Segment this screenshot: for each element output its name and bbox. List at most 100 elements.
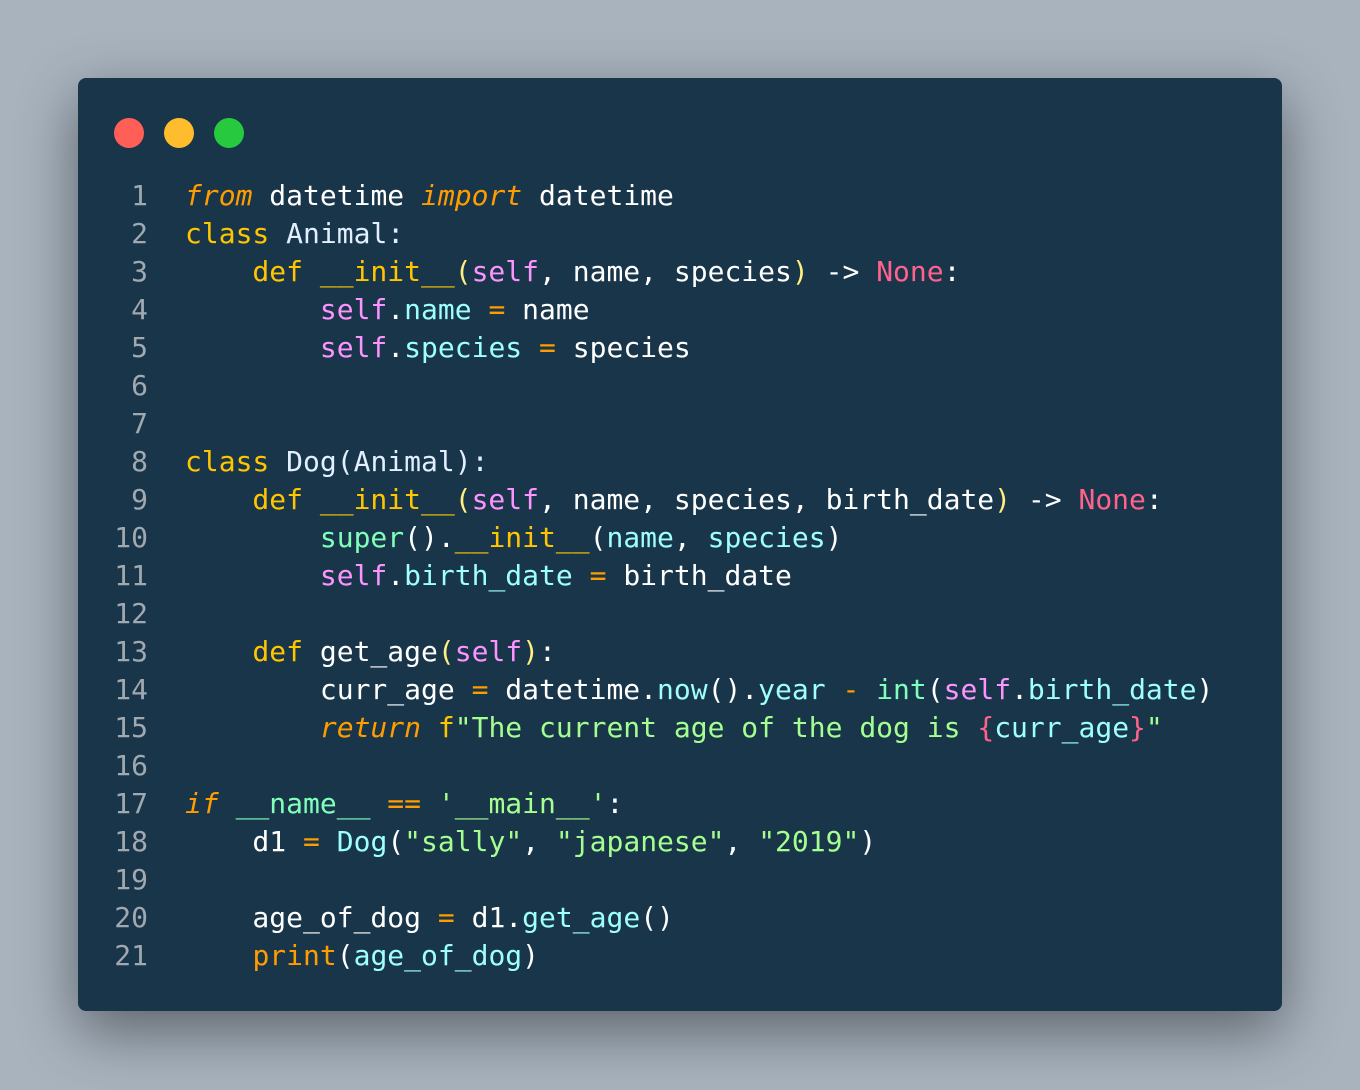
line-content: def __init__(self, name, species) -> Non…	[185, 253, 960, 291]
code-line: 18 d1 = Dog("sally", "japanese", "2019")	[78, 823, 1213, 861]
line-number: 8	[131, 445, 148, 478]
line-number: 21	[114, 939, 148, 972]
line-content: self.name = name	[185, 291, 590, 329]
code-token: birth_date	[623, 559, 792, 592]
code-token: __init__	[319, 255, 455, 288]
line-number: 15	[114, 711, 148, 744]
code-line: 7	[78, 405, 1213, 443]
code-token: ,	[522, 825, 556, 858]
code-line: 11 self.birth_date = birth_date	[78, 557, 1213, 595]
code-token: __name__	[218, 787, 371, 820]
line-content: return f"The current age of the dog is {…	[185, 709, 1163, 747]
line-number: 4	[131, 293, 148, 326]
code-line: 12	[78, 595, 1213, 633]
code-token: d1	[185, 825, 287, 858]
line-number: 14	[114, 673, 148, 706]
code-token: (	[589, 521, 607, 554]
code-token: :	[539, 635, 556, 668]
line-content: self.species = species	[185, 329, 691, 367]
close-button[interactable]	[114, 118, 144, 148]
code-line: 14 curr_age = datetime.now().year - int(…	[78, 671, 1213, 709]
code-line: 8 class Dog(Animal):	[78, 443, 1213, 481]
line-number: 6	[131, 369, 148, 402]
code-token: self	[319, 293, 388, 326]
code-token: Dog	[336, 825, 388, 858]
maximize-button[interactable]	[214, 118, 244, 148]
code-line: 20 age_of_dog = d1.get_age()	[78, 899, 1213, 937]
code-line: 15 return f"The current age of the dog i…	[78, 709, 1213, 747]
code-token: ().	[404, 521, 455, 554]
code-token: self	[319, 559, 388, 592]
code-token: self	[319, 331, 388, 364]
line-content: self.birth_date = birth_date	[185, 557, 792, 595]
code-token: datetime.	[505, 673, 658, 706]
line-number: 18	[114, 825, 148, 858]
code-token: {	[977, 711, 995, 744]
code-token: from	[185, 179, 253, 212]
code-token: ()	[640, 901, 674, 934]
line-number: 3	[131, 255, 148, 288]
code-token: .	[387, 559, 405, 592]
code-token: if	[185, 787, 219, 820]
code-token: , name, species	[539, 255, 792, 288]
line-content: def __init__(self, name, species, birth_…	[185, 481, 1162, 519]
code-token: ,	[724, 825, 759, 858]
code-token: year	[758, 673, 826, 706]
code-token: datetime	[522, 179, 674, 212]
line-number: 19	[114, 863, 148, 896]
code-token: name	[606, 521, 674, 554]
code-token: .	[1011, 673, 1028, 706]
code-token: "The current age of the dog is	[454, 711, 978, 744]
code-token: "sally"	[404, 825, 523, 858]
code-line: 1 from datetime import datetime	[78, 177, 1213, 215]
code-token: class	[185, 445, 270, 478]
code-line: 19	[78, 861, 1213, 899]
code-token: species	[572, 331, 691, 364]
code-token: None	[876, 255, 944, 288]
code-token: =	[522, 331, 573, 364]
line-number: 5	[131, 331, 148, 364]
code-token: =	[454, 673, 506, 706]
code-token: ,	[673, 521, 708, 554]
code-token: datetime	[252, 179, 422, 212]
code-token: -	[825, 673, 877, 706]
code-token: __init__	[454, 521, 590, 554]
code-token: ().	[707, 673, 759, 706]
code-token: get_age	[319, 635, 438, 668]
line-content: def get_age(self):	[185, 633, 556, 671]
code-token: (	[387, 825, 405, 858]
code-line: 9 def __init__(self, name, species, birt…	[78, 481, 1213, 519]
code-token: )	[522, 939, 540, 972]
code-token: age_of_dog	[353, 939, 523, 972]
code-window: 1 from datetime import datetime 2 class Ani…	[78, 78, 1282, 1011]
code-token: f	[421, 711, 455, 744]
code-token: print	[252, 939, 337, 972]
code-token: '__main__'	[437, 787, 607, 820]
code-token: ->	[1011, 483, 1079, 516]
code-token: species	[404, 331, 523, 364]
code-token: "	[1145, 711, 1163, 744]
line-number: 13	[114, 635, 148, 668]
code-token: int	[876, 673, 927, 706]
code-line: 21 print(age_of_dog)	[78, 937, 1213, 975]
code-token: (	[926, 673, 944, 706]
code-token: class	[185, 217, 270, 250]
code-token: .	[387, 331, 405, 364]
line-number: 16	[114, 749, 148, 782]
code-line: 2 class Animal:	[78, 215, 1213, 253]
code-token: )	[791, 255, 809, 288]
code-token: (	[454, 483, 472, 516]
code-token: , name, species, birth_date	[539, 483, 995, 516]
code-token: species	[707, 521, 826, 554]
code-token: (	[454, 255, 472, 288]
code-line: 6	[78, 367, 1213, 405]
code-token: curr_age	[994, 711, 1130, 744]
minimize-button[interactable]	[164, 118, 194, 148]
line-number: 10	[114, 521, 148, 554]
code-token: )	[859, 825, 877, 858]
code-token: :	[606, 787, 624, 820]
